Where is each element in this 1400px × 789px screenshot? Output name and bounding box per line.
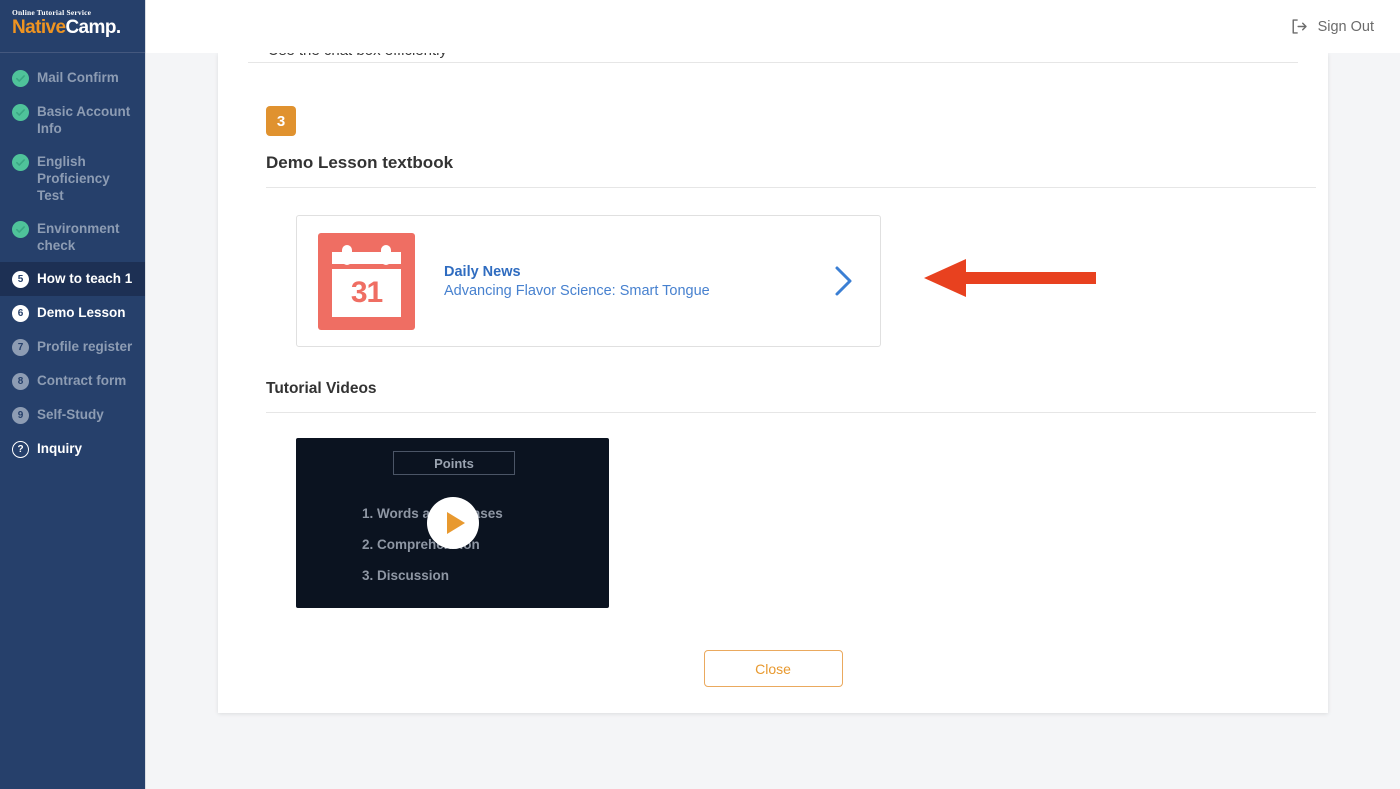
brand-tagline: Online Tutorial Service (12, 8, 92, 17)
sidebar-item-inquiry[interactable]: ? Inquiry (0, 432, 145, 466)
brand-name-native: Native (12, 17, 66, 38)
sign-out-label: Sign Out (1317, 18, 1374, 35)
sidebar-item-label: English Proficiency Test (37, 154, 110, 203)
step-number-badge: 8 (12, 373, 29, 390)
sidebar-item-label: Profile register (37, 339, 133, 354)
tutorial-videos-title: Tutorial Videos (266, 380, 377, 397)
sidebar-item-english-proficiency-test[interactable]: English Proficiency Test (0, 145, 145, 212)
previous-step-clipped: Use the chat box efficiently (248, 53, 1298, 67)
play-triangle (446, 512, 465, 534)
sidebar-item-basic-account-info[interactable]: Basic Account Info (0, 95, 145, 145)
divider (248, 62, 1298, 63)
sign-out-icon (1290, 17, 1309, 36)
close-button[interactable]: Close (703, 650, 843, 687)
sidebar-item-label: How to teach 1 (37, 271, 133, 286)
question-mark-icon: ? (12, 441, 29, 458)
video-point-3: 3. Discussion (362, 568, 450, 583)
calendar-day: 31 (332, 268, 401, 317)
daily-news-title: Daily News (444, 263, 521, 280)
sidebar-item-label: Inquiry (37, 441, 83, 456)
daily-news-card[interactable]: 31 Daily News Advancing Flavor Science: … (296, 215, 881, 347)
step-number-badge: 6 (12, 305, 29, 322)
sidebar-item-label: Environment check (37, 221, 120, 253)
sidebar-item-label: Mail Confirm (37, 70, 119, 85)
previous-step-text: Use the chat box efficiently (268, 53, 447, 59)
brand-logo[interactable]: Online Tutorial Service NativeCamp. (0, 0, 145, 53)
sidebar: Online Tutorial Service NativeCamp. Mail… (0, 0, 146, 789)
step-number-badge: 5 (12, 271, 29, 288)
daily-news-text: Daily News Advancing Flavor Science: Sma… (444, 264, 828, 299)
sidebar-item-self-study[interactable]: 9 Self-Study (0, 398, 145, 432)
divider (266, 187, 1316, 188)
sidebar-item-label: Basic Account Info (37, 104, 131, 136)
brand-name-camp: Camp. (65, 17, 121, 38)
calendar-icon: 31 (318, 232, 415, 330)
daily-news-subtitle: Advancing Flavor Science: Smart Tongue (444, 282, 710, 299)
sidebar-item-label: Contract form (37, 373, 127, 388)
brand-name: NativeCamp. (12, 18, 145, 37)
sidebar-item-contract-form[interactable]: 8 Contract form (0, 364, 145, 398)
annotation-arrow-left (924, 257, 1096, 299)
video-points-header: Points (393, 451, 515, 475)
sidebar-item-environment-check[interactable]: Environment check (0, 212, 145, 262)
top-bar: Sign Out (146, 0, 1400, 53)
sidebar-item-profile-register[interactable]: 7 Profile register (0, 330, 145, 364)
check-icon (12, 221, 29, 238)
step-number-badge: 9 (12, 407, 29, 424)
sidebar-item-how-to-teach-1[interactable]: 5 How to teach 1 (0, 262, 145, 296)
page-root: Online Tutorial Service NativeCamp. Mail… (0, 0, 1400, 789)
divider (266, 412, 1316, 413)
chevron-right-icon[interactable] (828, 263, 858, 299)
step-number-badge: 7 (12, 339, 29, 356)
main-content: Use the chat box efficiently 3 Demo Less… (146, 53, 1400, 789)
sidebar-item-label: Demo Lesson (37, 305, 126, 320)
calendar-header-bar (332, 251, 401, 264)
content-panel: Use the chat box efficiently 3 Demo Less… (218, 53, 1328, 713)
page-title: Demo Lesson textbook (266, 153, 454, 172)
step-number-badge: 3 (266, 106, 296, 136)
sidebar-item-demo-lesson[interactable]: 6 Demo Lesson (0, 296, 145, 330)
sidebar-item-label: Self-Study (37, 407, 104, 422)
close-button-row: Close (248, 650, 1298, 687)
sidebar-nav: Mail Confirm Basic Account Info English … (0, 53, 145, 466)
check-icon (12, 104, 29, 121)
check-icon (12, 154, 29, 171)
tutorial-video-thumbnail[interactable]: Points 1. Words and Phrases 2. Comprehen… (296, 438, 609, 608)
sign-out-button[interactable]: Sign Out (1290, 17, 1374, 36)
sidebar-item-mail-confirm[interactable]: Mail Confirm (0, 61, 145, 95)
check-icon (12, 70, 29, 87)
play-icon[interactable] (427, 497, 479, 549)
